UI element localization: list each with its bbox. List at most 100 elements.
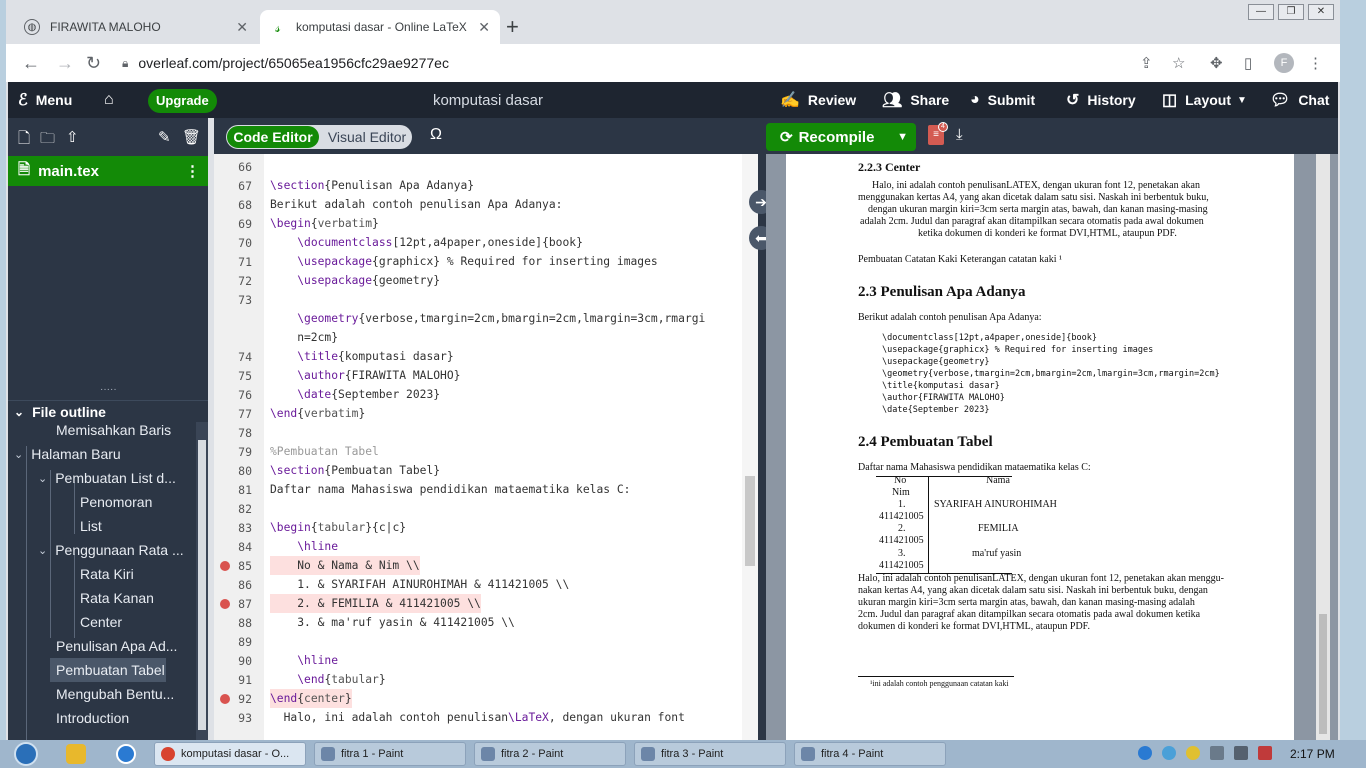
code-line[interactable]: \end{verbatim} [270, 404, 365, 423]
bookmark-star-icon[interactable]: ☆ [1172, 54, 1185, 72]
code-line[interactable]: 3. & ma'ruf yasin & 411421005 \\ [270, 613, 515, 632]
restore-button[interactable]: ❐ [1278, 4, 1304, 20]
back-arrow-icon[interactable]: ← [22, 53, 40, 74]
file-item-main-tex[interactable]: 🗎 main.tex ⋮ [8, 156, 208, 186]
taskbar-item-chrome[interactable]: komputasi dasar - O... [154, 742, 306, 766]
review-button[interactable]: ✍ Review [780, 82, 856, 118]
code-line[interactable]: \date{September 2023} [270, 385, 440, 404]
close-tab-icon[interactable]: ✕ [236, 19, 248, 36]
internet-explorer-icon[interactable] [116, 744, 136, 764]
code-line[interactable]: \end{tabular} [270, 670, 385, 689]
upload-icon[interactable]: ⇧ [66, 128, 79, 146]
close-tab-icon[interactable]: ✕ [478, 19, 490, 36]
share-button[interactable]: 👥︎ Share [882, 82, 949, 118]
pdf-page[interactable]: 2.2.3 Center Halo, ini adalah contoh pen… [786, 154, 1294, 740]
download-pdf-icon[interactable]: ⤓ [956, 126, 963, 143]
code-line[interactable]: Berikut adalah contoh penulisan Apa Adan… [270, 195, 562, 214]
chat-button[interactable]: 💬︎ Chat [1270, 82, 1329, 118]
symbol-palette-button[interactable]: Ω [430, 126, 442, 144]
code-line[interactable]: Halo, ini adalah contoh penulisan\LaTeX,… [270, 708, 685, 727]
outline-item[interactable]: Center [80, 610, 122, 634]
code-line[interactable]: 1. & SYARIFAH AINUROHIMAH & 411421005 \\ [270, 575, 569, 594]
home-icon[interactable]: ⌂ [104, 82, 122, 118]
code-line[interactable]: \usepackage{geometry} [270, 271, 440, 290]
code-line[interactable]: No & Nama & Nim \\ [270, 556, 420, 575]
code-line[interactable]: \begin{verbatim} [270, 214, 379, 233]
tray-app-icon[interactable] [1186, 746, 1200, 760]
clock[interactable]: 2:17 PM [1290, 740, 1335, 768]
code-editor-tab[interactable]: Code Editor [227, 126, 319, 148]
outline-item[interactable]: ⌄ Halaman Baru [14, 442, 121, 466]
new-file-icon[interactable]: 🗋 [18, 128, 30, 153]
code-line[interactable]: \hline [270, 651, 338, 670]
history-button[interactable]: ↺ History [1066, 82, 1136, 118]
battery-icon[interactable] [1258, 746, 1272, 760]
recompile-button[interactable]: ⟳ Recompile ▼ [766, 123, 916, 151]
file-outline-header[interactable]: ⌄ File outline [8, 400, 208, 422]
outline-item[interactable]: Introduction [56, 706, 129, 730]
code-line[interactable]: \section{Pembuatan Tabel} [270, 461, 440, 480]
minimize-button[interactable]: — [1248, 4, 1274, 20]
outline-item[interactable]: ⌄ Penggunaan Rata ... [38, 538, 184, 562]
side-panel-icon[interactable]: ▯ [1244, 54, 1252, 72]
share-page-icon[interactable]: ⇪ [1140, 54, 1153, 72]
outline-item[interactable]: Penomoran [80, 490, 152, 514]
outline-item[interactable]: Memisahkan Baris [56, 422, 171, 442]
menu-button[interactable]: ℰ Menu [18, 82, 72, 118]
layout-button[interactable]: ◫ Layout ▼ [1162, 82, 1247, 118]
taskbar-item-paint[interactable]: fitra 1 - Paint [314, 742, 466, 766]
file-explorer-icon[interactable] [66, 744, 86, 764]
outline-item[interactable]: Penulisan Apa Ad... [56, 634, 177, 658]
code-line[interactable]: \section{Penulisan Apa Adanya} [270, 176, 474, 195]
outline-item-selected[interactable]: Pembuatan Tabel [50, 658, 166, 682]
browser-tab-overleaf[interactable]: 𝓈 komputasi dasar - Online LaTeX ✕ [260, 10, 500, 44]
outline-item[interactable]: Mengubah Bentu... [56, 682, 174, 706]
project-title[interactable]: komputasi dasar [418, 82, 558, 118]
volume-icon[interactable] [1234, 746, 1248, 760]
error-marker-icon[interactable] [220, 694, 230, 704]
tray-network-icon[interactable] [1138, 746, 1152, 760]
visual-editor-tab[interactable]: Visual Editor [322, 126, 412, 148]
code-line[interactable]: 2. & FEMILIA & 411421005 \\ [270, 594, 481, 613]
taskbar-item-paint[interactable]: fitra 3 - Paint [634, 742, 786, 766]
error-marker-icon[interactable] [220, 599, 230, 609]
taskbar-item-paint[interactable]: fitra 2 - Paint [474, 742, 626, 766]
code-line[interactable]: Daftar nama Mahasiswa pendidikan mataema… [270, 480, 630, 499]
file-menu-icon[interactable]: ⋮ [185, 162, 200, 180]
submit-button[interactable]: ◕ Submit [970, 82, 1035, 118]
profile-avatar[interactable]: F [1274, 53, 1294, 73]
outline-scrollbar[interactable] [196, 422, 208, 740]
code-line[interactable]: \geometry{verbose,tmargin=2cm,bmargin=2c… [270, 309, 705, 328]
rename-pencil-icon[interactable]: ✎ [158, 128, 171, 146]
browser-tab-firawita[interactable]: ◍ FIRAWITA MALOHO ✕ [14, 10, 258, 44]
forward-arrow-icon[interactable]: → [56, 53, 74, 74]
reload-icon[interactable]: ↻ [86, 53, 101, 74]
tray-app-icon[interactable] [1162, 746, 1176, 760]
code-line[interactable]: \hline [270, 537, 338, 556]
delete-trash-icon[interactable]: 🗑 [182, 128, 201, 146]
code-editor[interactable]: \section{Penulisan Apa Adanya} Berikut ad… [264, 154, 742, 740]
error-marker-icon[interactable] [220, 561, 230, 571]
code-line[interactable]: \documentclass[12pt,a4paper,oneside]{boo… [270, 233, 583, 252]
taskbar-item-paint[interactable]: fitra 4 - Paint [794, 742, 946, 766]
outline-item[interactable]: Rata Kiri [80, 562, 134, 586]
code-line[interactable]: \title{komputasi dasar} [270, 347, 453, 366]
code-line[interactable]: \author{FIRAWITA MALOHO} [270, 366, 460, 385]
pdf-scrollbar[interactable] [1316, 154, 1330, 740]
extensions-icon[interactable]: ✥ [1210, 54, 1223, 72]
outline-item[interactable]: Rata Kanan [80, 586, 154, 610]
code-line[interactable]: \usepackage{graphicx} % Required for ins… [270, 252, 657, 271]
resize-handle-icon[interactable]: ····· [100, 384, 117, 395]
close-window-button[interactable]: ✕ [1308, 4, 1334, 20]
caret-down-icon[interactable]: ▼ [897, 131, 908, 143]
upgrade-button[interactable]: Upgrade [148, 89, 217, 113]
outline-item[interactable]: ⌄ Pembuatan List d... [38, 466, 176, 490]
kebab-menu-icon[interactable]: ⋮ [1308, 54, 1323, 72]
new-folder-icon[interactable]: 🗀 [40, 128, 55, 153]
outline-item[interactable]: List [80, 514, 102, 538]
start-button[interactable] [8, 740, 44, 768]
code-line[interactable]: %Pembuatan Tabel [270, 442, 379, 461]
code-line[interactable]: \end{center} [270, 689, 352, 708]
code-line[interactable]: \begin{tabular}{c|c} [270, 518, 406, 537]
code-line[interactable]: n=2cm} [270, 328, 338, 347]
